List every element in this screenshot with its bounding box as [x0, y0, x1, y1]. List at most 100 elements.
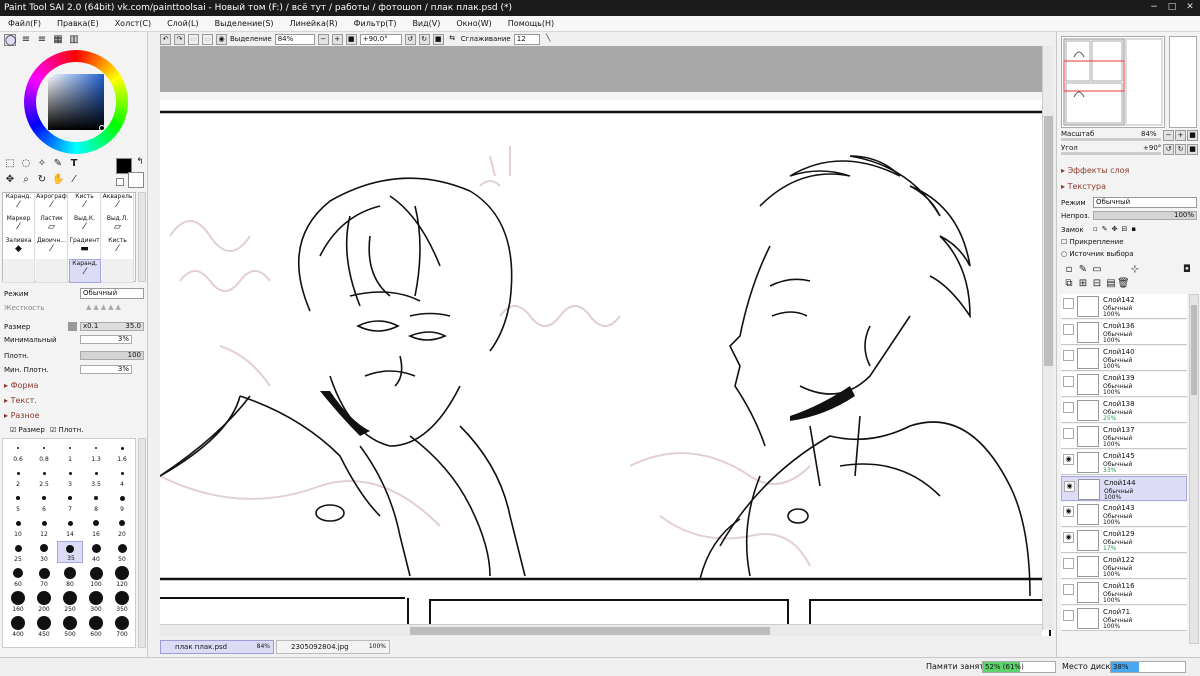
- color-square[interactable]: [48, 74, 104, 130]
- brush-size-cell[interactable]: 100: [83, 566, 109, 588]
- layer-visibility-toggle[interactable]: [1063, 350, 1074, 361]
- lasso-icon[interactable]: ◌: [20, 158, 32, 170]
- transparent-color-swatch[interactable]: [116, 178, 124, 186]
- copy-layer-icon[interactable]: ⧉: [1063, 278, 1075, 290]
- brush-size-cell[interactable]: 3.5: [83, 466, 109, 488]
- horizontal-scroll-thumb[interactable]: [410, 627, 770, 635]
- text-tool-icon[interactable]: T: [68, 158, 80, 170]
- brush-size-cell[interactable]: 200: [31, 591, 57, 613]
- swap-colors-icon[interactable]: ↰: [134, 156, 146, 168]
- section-texture[interactable]: ▸ Текст.: [4, 396, 37, 405]
- doc-tab-active[interactable]: плак плак.psd 84%: [160, 640, 274, 654]
- brush-empty[interactable]: [3, 259, 35, 283]
- brush-airbrush[interactable]: Аэрограф ⁄: [36, 193, 68, 217]
- rotate-reset-icon[interactable]: ■: [432, 33, 444, 45]
- brush-gradient[interactable]: Градиент ▬: [69, 237, 101, 261]
- brush-size-cell[interactable]: 300: [83, 591, 109, 613]
- scratchpad-icon[interactable]: ▥: [68, 34, 80, 46]
- menu-view[interactable]: Вид(V): [412, 19, 440, 28]
- brush-size-cell[interactable]: 9: [109, 491, 135, 513]
- nav-rotate-right-icon[interactable]: ↻: [1175, 144, 1186, 155]
- menu-ruler[interactable]: Линейка(R): [290, 19, 338, 28]
- undo-icon[interactable]: ↶: [160, 33, 171, 45]
- brush-grid-scrollbar[interactable]: [138, 192, 146, 282]
- brush-pencil[interactable]: Каранд. ⁄: [3, 193, 35, 217]
- brush-size-cell[interactable]: 1.6: [109, 441, 135, 463]
- layer-visibility-toggle[interactable]: [1063, 610, 1074, 621]
- canvas-area[interactable]: [160, 46, 1054, 636]
- layer-row[interactable]: Слой138 Обычный 25%: [1061, 398, 1187, 423]
- hardness-shapes[interactable]: ▲▲▲▲▲: [86, 303, 123, 311]
- brush-size-cell[interactable]: 450: [31, 616, 57, 638]
- new-vector-layer-icon[interactable]: ✎: [1077, 264, 1089, 276]
- zoom-select[interactable]: 84%: [274, 33, 315, 45]
- size-mult-dropdown[interactable]: [68, 322, 77, 331]
- layer-row[interactable]: ◉ Слой144 Обычный 100%: [1061, 476, 1187, 501]
- brush-select-pen[interactable]: Выд.К. ⁄: [69, 215, 101, 239]
- angle-slider[interactable]: [1061, 152, 1161, 155]
- nav-rotate-reset-icon[interactable]: ■: [1187, 144, 1198, 155]
- scale-slider[interactable]: [1061, 138, 1161, 141]
- size-slider[interactable]: x0.1 35.0: [80, 322, 144, 331]
- clear-layer-icon[interactable]: ▤: [1105, 278, 1117, 290]
- rect-select-icon[interactable]: ⬚: [4, 158, 16, 170]
- maximize-button[interactable]: □: [1166, 1, 1178, 13]
- brush-select-eraser[interactable]: Выд.Л. ▱: [102, 215, 134, 239]
- zoom-icon[interactable]: ⌕: [20, 174, 32, 186]
- menu-filter[interactable]: Фильтр(T): [354, 19, 397, 28]
- rgb-slider-icon[interactable]: ≡: [20, 34, 32, 46]
- layer-visibility-toggle[interactable]: ◉: [1063, 506, 1074, 517]
- brush-size-cell[interactable]: 350: [109, 591, 135, 613]
- canvas-vertical-scrollbar[interactable]: [1042, 46, 1054, 630]
- brush-size-cell[interactable]: 500: [57, 616, 83, 638]
- layer-opacity-slider[interactable]: 100%: [1093, 211, 1197, 220]
- zoom-reset-icon[interactable]: ■: [345, 33, 357, 45]
- brush-size-cell[interactable]: 250: [57, 591, 83, 613]
- zoom-out-button[interactable]: −: [317, 33, 329, 45]
- section-shape[interactable]: ▸ Форма: [4, 381, 38, 390]
- brush-binary[interactable]: Двоичн... ⁄: [36, 237, 68, 261]
- brush-size-cell[interactable]: 120: [109, 566, 135, 588]
- brush-size-cell[interactable]: 2: [5, 466, 31, 488]
- brush-size-cell[interactable]: 1.3: [83, 441, 109, 463]
- layer-effects-section[interactable]: ▸ Эффекты слоя: [1061, 166, 1129, 175]
- flip-icon[interactable]: ⇆: [447, 34, 458, 45]
- rotate-right-icon[interactable]: ↻: [418, 33, 430, 45]
- layer-scroll-thumb[interactable]: [1191, 305, 1197, 395]
- layer-row[interactable]: Слой139 Обычный 100%: [1061, 372, 1187, 397]
- invert-select-icon[interactable]: ▭: [202, 33, 213, 45]
- section-misc[interactable]: ▸ Разное: [4, 411, 40, 420]
- transfer-down-icon[interactable]: ⊟: [1091, 278, 1103, 290]
- brush-size-cell[interactable]: 12: [31, 516, 57, 538]
- brush-size-scrollbar[interactable]: [138, 438, 146, 648]
- trash-icon[interactable]: 🗑: [1117, 278, 1130, 290]
- new-folder-icon[interactable]: ▭: [1091, 264, 1103, 276]
- menu-edit[interactable]: Правка(E): [57, 19, 99, 28]
- brush-size-cell[interactable]: 600: [83, 616, 109, 638]
- redo-icon[interactable]: ↷: [174, 33, 185, 45]
- min-density-slider[interactable]: 3%: [80, 365, 132, 374]
- smoothing-select[interactable]: 12: [513, 33, 540, 45]
- brush-watercolor[interactable]: Акварель ⁄: [102, 193, 134, 217]
- menu-selection[interactable]: Выделение(S): [215, 19, 274, 28]
- density-slider[interactable]: 100: [80, 351, 144, 360]
- layer-row[interactable]: Слой122 Обычный 100%: [1061, 554, 1187, 579]
- deselect-icon[interactable]: ▭: [188, 33, 199, 45]
- layer-visibility-toggle[interactable]: [1063, 558, 1074, 569]
- layer-visibility-toggle[interactable]: [1063, 324, 1074, 335]
- layer-row[interactable]: Слой142 Обычный 100%: [1061, 294, 1187, 319]
- minimize-button[interactable]: −: [1148, 1, 1160, 13]
- nav-zoom-out-button[interactable]: −: [1163, 130, 1174, 141]
- swatches-icon[interactable]: ▦: [52, 34, 64, 46]
- layer-mode-select[interactable]: Обычный: [1093, 197, 1197, 208]
- layer-texture-section[interactable]: ▸ Текстура: [1061, 182, 1106, 191]
- brush-size-cell[interactable]: 6: [31, 491, 57, 513]
- ruler-layer-icon[interactable]: ⊹: [1129, 264, 1141, 276]
- layer-list-scrollbar[interactable]: [1189, 294, 1199, 644]
- layer-row[interactable]: Слой71 Обычный 100%: [1061, 606, 1187, 631]
- layer-visibility-toggle[interactable]: ◉: [1063, 532, 1074, 543]
- canvas-artwork[interactable]: [160, 46, 1054, 636]
- show-selection-icon[interactable]: ◉: [216, 33, 227, 45]
- mode-select[interactable]: Обычный: [80, 288, 144, 299]
- brush-size-cell[interactable]: 160: [5, 591, 31, 613]
